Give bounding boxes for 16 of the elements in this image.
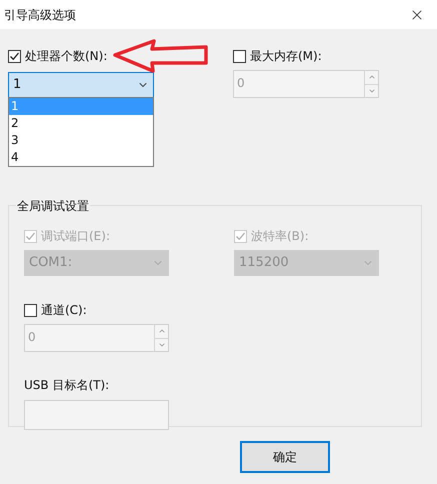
checkbox-label: 最大内存(M): [250,48,322,65]
field-label: USB 目标名(T): [24,377,110,394]
combo-box[interactable]: 1 [8,72,154,98]
ok-button[interactable]: 确定 [240,441,330,473]
window-title: 引导高级选项 [4,6,76,24]
checkbox[interactable] [24,304,37,316]
checkbox[interactable] [8,50,21,62]
checkbox[interactable] [233,50,246,62]
dropdown-option[interactable]: 4 [9,149,153,166]
dropdown-option[interactable]: 2 [9,115,153,132]
checkbox-label: 通道(C): [41,302,87,319]
checkbox-label: 调试端口(E): [41,228,110,245]
dropdown-option[interactable]: 3 [9,132,153,149]
checkbox-label: 波特率(B): [251,228,309,245]
input-field[interactable] [24,400,169,430]
checkbox-label: 处理器个数(N): [25,48,108,65]
